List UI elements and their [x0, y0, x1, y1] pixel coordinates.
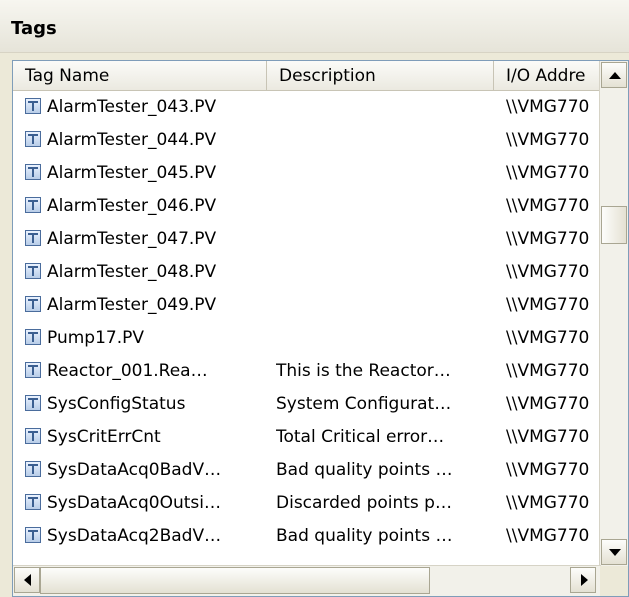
tag-icon	[25, 230, 41, 246]
cell-tag-name: AlarmTester_043.PV	[47, 97, 217, 117]
cell-description: Discarded points p…	[276, 493, 452, 513]
cell-tag-name: AlarmTester_049.PV	[47, 295, 217, 315]
cell-description: This is the Reactor…	[276, 361, 451, 381]
table-row[interactable]: SysDataAcq2BadV… Bad quality points … \\VM…	[13, 520, 603, 552]
scroll-right-button[interactable]	[570, 567, 596, 593]
cell-tag-name: AlarmTester_046.PV	[47, 196, 217, 216]
tag-icon	[25, 527, 41, 543]
cell-tag-name: AlarmTester_048.PV	[47, 262, 217, 282]
cell-tag-name: SysConfigStatus	[47, 394, 186, 414]
scroll-up-button[interactable]	[601, 62, 627, 88]
arrow-down-icon	[609, 549, 621, 556]
column-header-tag-name[interactable]: Tag Name	[13, 61, 267, 91]
table-row[interactable]: AlarmTester_045.PV \\VMG770	[13, 157, 603, 189]
cell-io-address: \\VMG770	[506, 493, 590, 513]
table-row[interactable]: Reactor_001.Rea… This is the Reactor… \\VM…	[13, 355, 603, 387]
cell-description	[276, 223, 490, 255]
arrow-up-icon	[609, 72, 621, 79]
tag-icon	[25, 98, 41, 114]
table-row[interactable]: AlarmTester_049.PV \\VMG770	[13, 289, 603, 321]
scroll-left-button[interactable]	[14, 567, 40, 593]
table-row[interactable]: AlarmTester_046.PV \\VMG770	[13, 190, 603, 222]
column-header-io-address[interactable]: I/O Addre	[494, 61, 602, 91]
cell-description	[276, 124, 490, 156]
cell-io-address: \\VMG770	[506, 262, 590, 282]
scrollbar-corner	[600, 566, 628, 596]
cell-io-address: \\VMG770	[506, 328, 590, 348]
cell-io-address: \\VMG770	[506, 163, 590, 183]
tag-icon	[25, 197, 41, 213]
cell-io-address: \\VMG770	[506, 427, 590, 447]
tag-icon	[25, 428, 41, 444]
table-row[interactable]: AlarmTester_048.PV \\VMG770	[13, 256, 603, 288]
tag-icon	[25, 329, 41, 345]
cell-tag-name: AlarmTester_044.PV	[47, 130, 217, 150]
table-row[interactable]: AlarmTester_044.PV \\VMG770	[13, 124, 603, 156]
tag-icon	[25, 131, 41, 147]
cell-tag-name: Pump17.PV	[47, 328, 144, 348]
scroll-down-button[interactable]	[601, 539, 627, 565]
arrow-left-icon	[24, 574, 31, 586]
cell-description	[276, 322, 490, 354]
cell-tag-name: SysDataAcq0BadV…	[47, 460, 222, 480]
cell-io-address: \\VMG770	[506, 97, 590, 117]
cell-description: System Configurat…	[276, 394, 452, 414]
cell-tag-name: SysDataAcq0Outsi…	[47, 493, 221, 513]
cell-description	[276, 91, 490, 123]
tag-icon	[25, 461, 41, 477]
cell-io-address: \\VMG770	[506, 460, 590, 480]
tag-icon	[25, 362, 41, 378]
tag-icon	[25, 296, 41, 312]
cell-io-address: \\VMG770	[506, 526, 590, 546]
cell-description: Bad quality points …	[276, 526, 453, 546]
cell-io-address: \\VMG770	[506, 394, 590, 414]
panel-title: Tags	[11, 18, 57, 39]
table-row[interactable]: SysDataAcq0Outsi… Discarded points p… \\VM…	[13, 487, 603, 519]
table-row[interactable]: SysCritErrCnt Total Critical error… \\VMG7…	[13, 421, 603, 453]
horizontal-scroll-thumb[interactable]	[40, 567, 430, 594]
tags-list-view[interactable]: Tag Name Description I/O Addre AlarmTest…	[12, 60, 629, 597]
arrow-right-icon	[581, 574, 588, 586]
tags-panel-header: Tags	[0, 0, 629, 53]
horizontal-scrollbar[interactable]	[13, 565, 601, 596]
cell-description: Bad quality points …	[276, 460, 453, 480]
table-row[interactable]: Pump17.PV \\VMG770	[13, 322, 603, 354]
cell-io-address: \\VMG770	[506, 361, 590, 381]
tag-icon	[25, 494, 41, 510]
table-row[interactable]: SysDataAcq0BadV… Bad quality points … \\VM…	[13, 454, 603, 486]
vertical-scroll-thumb[interactable]	[601, 206, 627, 244]
cell-tag-name: AlarmTester_045.PV	[47, 163, 217, 183]
vertical-scrollbar[interactable]	[599, 61, 628, 566]
cell-description: Total Critical error…	[276, 427, 445, 447]
table-row[interactable]: AlarmTester_043.PV \\VMG770	[13, 91, 603, 123]
cell-tag-name: SysDataAcq2BadV…	[47, 526, 222, 546]
cell-description	[276, 289, 490, 321]
cell-description	[276, 256, 490, 288]
cell-io-address: \\VMG770	[506, 229, 590, 249]
column-header-description[interactable]: Description	[267, 61, 494, 91]
table-row[interactable]: SysConfigStatus System Configurat… \\VMG77…	[13, 388, 603, 420]
cell-description	[276, 157, 490, 189]
tag-icon	[25, 164, 41, 180]
cell-io-address: \\VMG770	[506, 196, 590, 216]
table-row[interactable]: AlarmTester_047.PV \\VMG770	[13, 223, 603, 255]
cell-tag-name: Reactor_001.Rea…	[47, 361, 208, 381]
cell-io-address: \\VMG770	[506, 130, 590, 150]
cell-tag-name: SysCritErrCnt	[47, 427, 161, 447]
tag-icon	[25, 395, 41, 411]
cell-description	[276, 190, 490, 222]
cell-tag-name: AlarmTester_047.PV	[47, 229, 217, 249]
cell-io-address: \\VMG770	[506, 295, 590, 315]
tag-icon	[25, 263, 41, 279]
